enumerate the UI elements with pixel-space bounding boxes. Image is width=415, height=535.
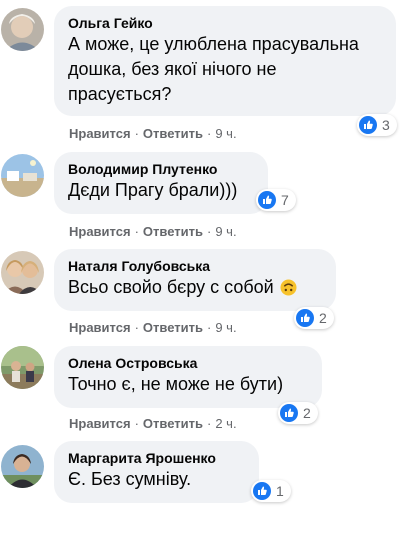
comment-text-line: прасується? xyxy=(68,84,172,104)
author-name[interactable]: Олена Островська xyxy=(68,354,308,372)
like-link[interactable]: Нравится xyxy=(69,126,131,141)
comment-bubble: Ольга Гейко А може, це улюблена прасувал… xyxy=(54,6,396,116)
reply-link[interactable]: Ответить xyxy=(143,416,203,431)
like-link[interactable]: Нравится xyxy=(69,224,131,239)
separator: · xyxy=(206,320,212,335)
reply-link[interactable]: Ответить xyxy=(143,126,203,141)
comment-text-line: Є. Без сумніву. xyxy=(68,469,192,489)
separator: · xyxy=(206,224,212,239)
comment-actions: Нравится · Ответить · 9 ч. xyxy=(69,319,237,337)
like-thumbs-up-icon xyxy=(253,482,271,500)
comment-bubble: Володимир Плутенко Дєди Прагу брали))) xyxy=(54,152,268,214)
upside-down-face-icon xyxy=(280,279,297,296)
like-thumbs-up-icon xyxy=(280,404,298,422)
comment-text-line: Точно є, не може не бути) xyxy=(68,374,284,394)
comment-text-line: Всьо свойо бєру с собой xyxy=(68,275,322,300)
reaction-badge[interactable]: 2 xyxy=(294,307,334,329)
timestamp[interactable]: 9 ч. xyxy=(215,126,236,141)
timestamp[interactable]: 9 ч. xyxy=(215,320,236,335)
comment-actions: Нравится · Ответить · 9 ч. xyxy=(69,125,237,143)
reaction-count: 1 xyxy=(276,483,284,499)
reaction-count: 7 xyxy=(281,192,289,208)
avatar[interactable] xyxy=(1,154,44,197)
comment-text-line: дошка, без якої нічого не xyxy=(68,59,277,79)
like-link[interactable]: Нравится xyxy=(69,320,131,335)
avatar[interactable] xyxy=(1,346,44,389)
reaction-badge[interactable]: 7 xyxy=(256,189,296,211)
reaction-count: 2 xyxy=(303,405,311,421)
author-name[interactable]: Маргарита Ярошенко xyxy=(68,449,245,467)
reply-link[interactable]: Ответить xyxy=(143,224,203,239)
like-thumbs-up-icon xyxy=(258,191,276,209)
comment-bubble: Маргарита Ярошенко Є. Без сумніву. xyxy=(54,441,259,503)
separator: · xyxy=(206,126,212,141)
like-thumbs-up-icon xyxy=(296,309,314,327)
separator: · xyxy=(134,224,139,239)
reply-link[interactable]: Ответить xyxy=(143,320,203,335)
avatar[interactable] xyxy=(1,445,44,488)
reaction-badge[interactable]: 1 xyxy=(251,480,291,502)
comment-text-line: Дєди Прагу брали))) xyxy=(68,180,238,200)
avatar[interactable] xyxy=(1,251,44,294)
reaction-badge[interactable]: 3 xyxy=(357,114,397,136)
separator: · xyxy=(134,416,139,431)
like-thumbs-up-icon xyxy=(359,116,377,134)
timestamp[interactable]: 9 ч. xyxy=(215,224,236,239)
comment-actions: Нравится · Ответить · 9 ч. xyxy=(69,223,237,241)
author-name[interactable]: Наталя Голубовська xyxy=(68,257,322,275)
separator: · xyxy=(134,320,139,335)
comment-bubble: Наталя Голубовська Всьо свойо бєру с соб… xyxy=(54,249,336,311)
separator: · xyxy=(206,416,212,431)
reaction-badge[interactable]: 2 xyxy=(278,402,318,424)
author-name[interactable]: Володимир Плутенко xyxy=(68,160,254,178)
like-link[interactable]: Нравится xyxy=(69,416,131,431)
comment-text-line: А може, це улюблена прасувальна xyxy=(68,34,359,54)
comment-bubble: Олена Островська Точно є, не може не бут… xyxy=(54,346,322,408)
reaction-count: 2 xyxy=(319,310,327,326)
comment-text: Всьо свойо бєру с собой xyxy=(68,277,274,297)
avatar[interactable] xyxy=(1,8,44,51)
comment-actions: Нравится · Ответить · 2 ч. xyxy=(69,415,237,433)
timestamp[interactable]: 2 ч. xyxy=(215,416,236,431)
reaction-count: 3 xyxy=(382,117,390,133)
separator: · xyxy=(134,126,139,141)
author-name[interactable]: Ольга Гейко xyxy=(68,14,382,32)
